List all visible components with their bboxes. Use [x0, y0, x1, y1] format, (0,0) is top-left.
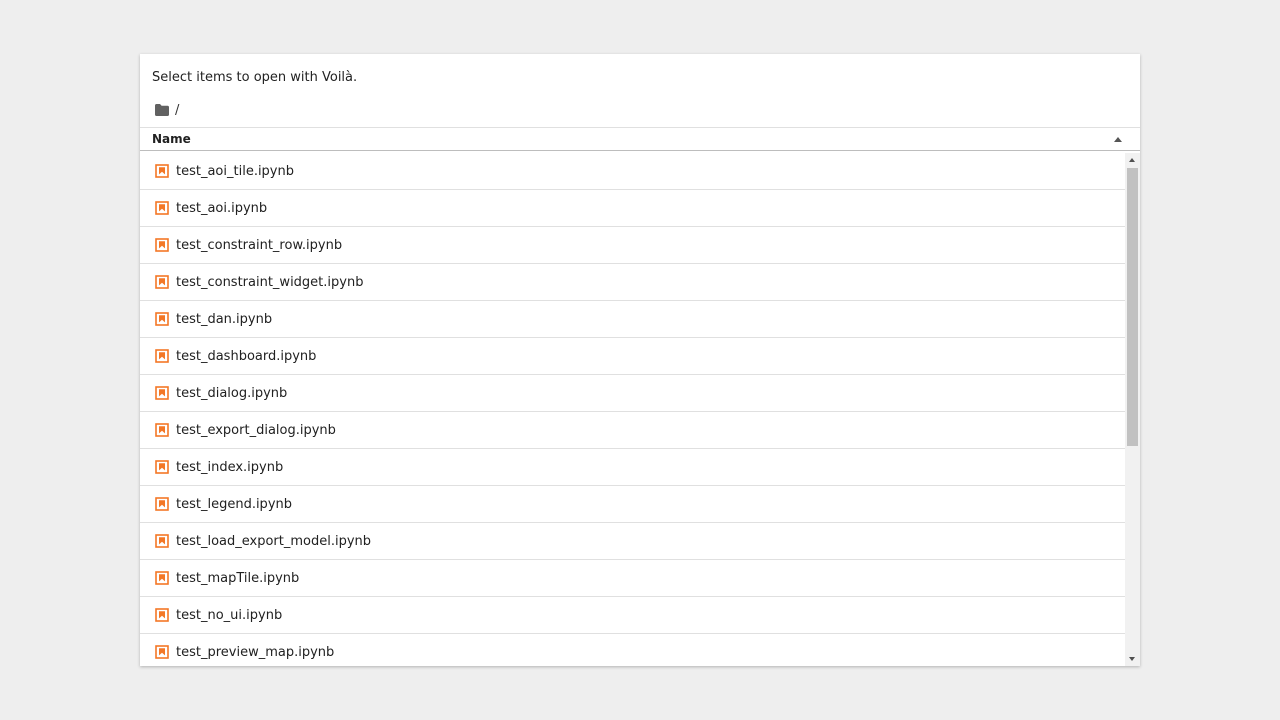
list-item[interactable]: test_dan.ipynb [140, 301, 1125, 338]
list-item-name: test_index.ipynb [176, 459, 284, 475]
scroll-up-icon[interactable] [1129, 158, 1135, 162]
notebook-icon [155, 312, 169, 326]
list-item[interactable]: test_legend.ipynb [140, 486, 1125, 523]
notebook-icon [155, 164, 169, 178]
scrollbar[interactable] [1125, 153, 1140, 666]
list-item[interactable]: test_mapTile.ipynb [140, 560, 1125, 597]
folder-icon[interactable] [154, 103, 170, 117]
list-item[interactable]: test_load_export_model.ipynb [140, 523, 1125, 560]
notebook-icon [155, 349, 169, 363]
list-item-name: test_mapTile.ipynb [176, 570, 300, 586]
notebook-icon [155, 645, 169, 659]
sort-ascending-icon[interactable] [1114, 137, 1122, 142]
notebook-icon [155, 460, 169, 474]
list-item[interactable]: test_aoi.ipynb [140, 190, 1125, 227]
breadcrumb: / [154, 101, 179, 119]
scroll-down-icon[interactable] [1129, 657, 1135, 661]
notebook-icon [155, 608, 169, 622]
list-item-name: test_load_export_model.ipynb [176, 533, 372, 549]
intro-text: Select items to open with Voilà. [152, 70, 358, 85]
list-item-name: test_export_dialog.ipynb [176, 422, 336, 438]
list-item[interactable]: test_constraint_widget.ipynb [140, 264, 1125, 301]
list-item-name: test_dashboard.ipynb [176, 348, 317, 364]
notebook-icon [155, 386, 169, 400]
list-item[interactable]: test_preview_map.ipynb [140, 634, 1125, 666]
breadcrumb-root[interactable]: / [175, 103, 179, 118]
list-item-name: test_aoi.ipynb [176, 200, 268, 216]
notebook-icon [155, 423, 169, 437]
name-column-header[interactable]: Name [152, 128, 191, 151]
list-item-name: test_constraint_widget.ipynb [176, 274, 364, 290]
list-item[interactable]: test_dialog.ipynb [140, 375, 1125, 412]
list-item[interactable]: test_export_dialog.ipynb [140, 412, 1125, 449]
list-item-name: test_dan.ipynb [176, 311, 273, 327]
list-item-name: test_no_ui.ipynb [176, 607, 283, 623]
notebook-icon [155, 534, 169, 548]
notebook-icon [155, 201, 169, 215]
list-item[interactable]: test_dashboard.ipynb [140, 338, 1125, 375]
list-item[interactable]: test_constraint_row.ipynb [140, 227, 1125, 264]
list-item-name: test_legend.ipynb [176, 496, 292, 512]
list-item-name: test_constraint_row.ipynb [176, 237, 343, 253]
file-browser-panel: Select items to open with Voilà. / Name … [140, 54, 1140, 666]
file-listing: test_aoi_tile.ipynb test_aoi.ipynb test_co… [140, 153, 1125, 666]
notebook-icon [155, 571, 169, 585]
list-item-name: test_aoi_tile.ipynb [176, 163, 294, 179]
notebook-icon [155, 497, 169, 511]
notebook-icon [155, 275, 169, 289]
list-item[interactable]: test_index.ipynb [140, 449, 1125, 486]
list-item[interactable]: test_no_ui.ipynb [140, 597, 1125, 634]
list-item[interactable]: test_aoi_tile.ipynb [140, 153, 1125, 190]
scrollbar-thumb[interactable] [1127, 168, 1138, 446]
list-item-name: test_preview_map.ipynb [176, 644, 335, 660]
notebook-icon [155, 238, 169, 252]
listing-header: Name [140, 127, 1140, 151]
list-item-name: test_dialog.ipynb [176, 385, 288, 401]
